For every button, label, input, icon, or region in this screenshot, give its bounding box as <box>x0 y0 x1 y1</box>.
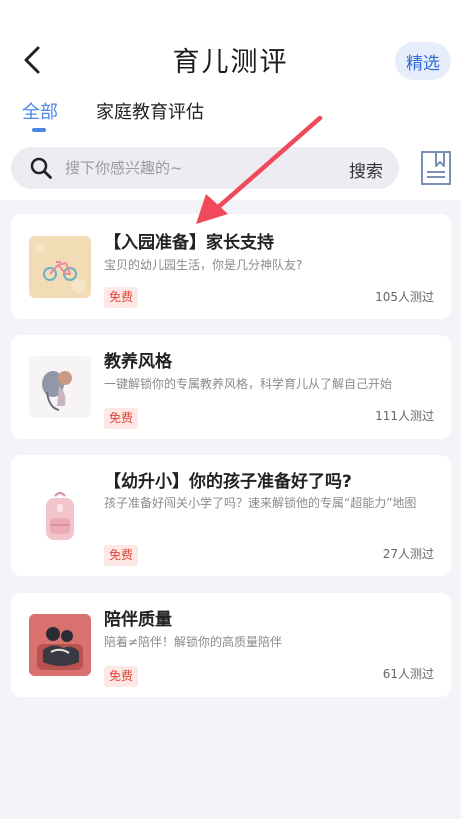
search-button[interactable]: 搜索 <box>349 157 383 182</box>
assessment-card[interactable]: 【幼升小】你的孩子准备好了吗? 孩子准备好闯关小学了吗？速来解锁他的专属“超能力… <box>11 455 451 576</box>
participant-count: 105人测过 <box>375 290 434 304</box>
card-description: 宝贝的幼儿园生活，你是几分神队友? <box>104 258 303 272</box>
assessment-card[interactable]: 陪伴质量 陪着≠陪伴！解锁你的高质量陪伴 免费 61人测过 <box>11 593 451 697</box>
card-description: 孩子准备好闯关小学了吗？速来解锁他的专属“超能力”地图 <box>104 496 417 510</box>
search-icon <box>30 157 52 179</box>
tab-family-education-assessment[interactable]: 家庭教育评估 <box>96 98 204 124</box>
participant-count: 27人测过 <box>382 547 434 561</box>
card-description: 一键解锁你的专属教养风格，科学育儿从了解自己开始 <box>104 377 393 391</box>
assessment-card[interactable]: 教养风格 一键解锁你的专属教养风格，科学育儿从了解自己开始 免费 111人测过 <box>11 335 451 439</box>
participant-count: 61人测过 <box>382 667 434 681</box>
search-bar: 搜索 <box>11 147 399 189</box>
family-hug-illustration-icon <box>29 614 91 676</box>
tab-all[interactable]: 全部 <box>22 98 58 124</box>
featured-button[interactable]: 精选 <box>395 42 451 80</box>
card-title: 陪伴质量 <box>104 610 172 630</box>
participant-count: 111人测过 <box>375 409 434 423</box>
school-backpack-illustration-icon <box>29 486 91 548</box>
bicycle-illustration-icon <box>29 236 91 298</box>
free-badge: 免费 <box>104 287 139 308</box>
card-title: 【入园准备】家长支持 <box>104 233 274 253</box>
page-title: 育儿测评 <box>172 47 289 78</box>
bookmark-icon[interactable] <box>420 150 452 186</box>
free-badge: 免费 <box>104 408 139 429</box>
card-title: 【幼升小】你的孩子准备好了吗? <box>104 472 352 492</box>
active-tab-indicator <box>32 128 46 132</box>
parent-child-illustration-icon <box>29 356 91 418</box>
free-badge: 免费 <box>104 666 139 687</box>
search-input[interactable] <box>65 147 325 189</box>
assessment-card[interactable]: 【入园准备】家长支持 宝贝的幼儿园生活，你是几分神队友? 免费 105人测过 <box>11 214 451 319</box>
card-title: 教养风格 <box>104 352 172 372</box>
card-description: 陪着≠陪伴！解锁你的高质量陪伴 <box>104 635 283 649</box>
free-badge: 免费 <box>104 545 139 566</box>
